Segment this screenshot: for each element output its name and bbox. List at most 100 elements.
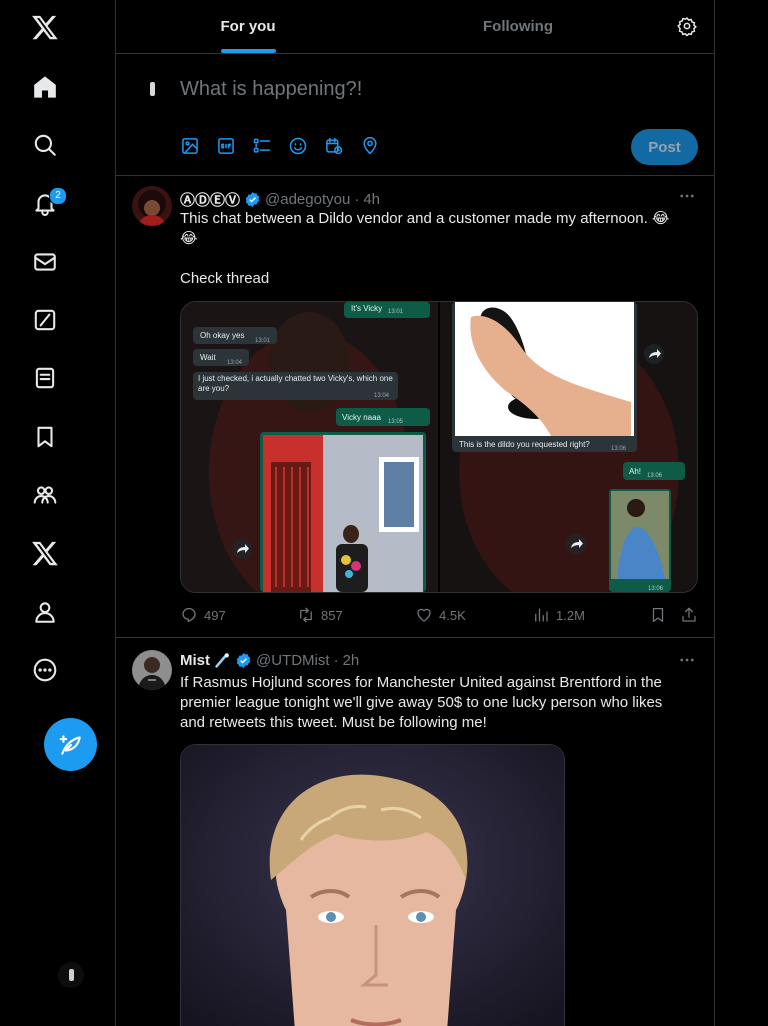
post-time[interactable]: 2h	[343, 652, 360, 669]
tweet-photo[interactable]	[180, 744, 565, 1026]
chat-bubble: I just checked, i actually chatted two V…	[193, 372, 398, 400]
post-time[interactable]: 4h	[363, 191, 380, 208]
reply-button[interactable]: 497	[180, 606, 226, 624]
chat-time: 13:01	[255, 338, 271, 344]
separator-dot: ·	[354, 191, 360, 208]
tweet[interactable]: Mist @UTDMist · 2h If Rasmus Hojlund sco…	[116, 638, 714, 1026]
more-circle-icon[interactable]	[20, 645, 70, 695]
tweet-header: Mist @UTDMist · 2h	[180, 652, 359, 669]
tab-following-label: Following	[483, 18, 553, 35]
chat-time: 13:06	[648, 586, 664, 592]
composer-toolbar	[180, 136, 380, 156]
verified-badge-icon	[235, 652, 252, 669]
timeline-tabs: For you Following	[116, 0, 714, 54]
home-icon[interactable]	[20, 62, 70, 112]
tab-for-you[interactable]: For you	[116, 0, 380, 53]
avatar[interactable]	[132, 650, 172, 690]
chat-time: 13:06	[611, 446, 627, 452]
profile-icon[interactable]	[20, 587, 70, 637]
tweet-text-line: 😂	[180, 230, 198, 247]
more-options-icon[interactable]	[678, 187, 696, 205]
mail-icon[interactable]	[20, 237, 70, 287]
x-logo-icon[interactable]	[20, 2, 70, 52]
share-icon	[682, 607, 696, 622]
verified-badge-icon	[244, 191, 261, 208]
bookmark-icon[interactable]	[20, 412, 70, 462]
tab-following[interactable]: Following	[386, 0, 650, 53]
home-timeline: For you Following What is happening?! Po…	[115, 0, 715, 1026]
poll-icon[interactable]	[252, 136, 272, 156]
chat-text: It's Vicky	[351, 304, 382, 313]
bookmark-button[interactable]	[649, 606, 673, 624]
avatar[interactable]	[132, 186, 172, 226]
chat-photo	[260, 432, 426, 592]
retweet-count: 857	[321, 607, 343, 623]
forward-icon	[644, 344, 664, 364]
chat-time: 13:06	[647, 473, 663, 479]
tweet-text: If Rasmus Hojlund scores for Manchester …	[180, 674, 663, 731]
premium-x-icon[interactable]	[20, 528, 70, 578]
separator-dot: ·	[333, 652, 339, 669]
like-count: 4.5K	[439, 607, 466, 623]
composer-avatar	[132, 69, 172, 109]
like-button[interactable]: 4.5K	[415, 606, 466, 624]
tweet-text: This chat between a Dildo vendor and a c…	[180, 209, 698, 289]
compose-post-button[interactable]	[44, 718, 97, 771]
tab-for-you-label: For you	[220, 18, 276, 35]
chat-photo: This is the dildo you requested right? 1…	[452, 302, 637, 452]
composer-input[interactable]	[180, 78, 620, 101]
composer: Post	[116, 54, 714, 176]
more-options-icon[interactable]	[678, 651, 696, 669]
tweet-text-line: Check thread	[180, 270, 270, 287]
author-name[interactable]: Mist	[180, 652, 210, 669]
media-icon[interactable]	[180, 136, 200, 156]
active-tab-indicator	[221, 49, 276, 53]
lists-icon[interactable]	[20, 353, 70, 403]
chat-text: Vicky naaa	[342, 413, 382, 422]
communities-icon[interactable]	[20, 470, 70, 520]
bookmark-icon	[652, 607, 664, 623]
retweet-button[interactable]: 857	[297, 606, 343, 624]
post-button[interactable]: Post	[631, 129, 698, 165]
chat-time: 13:01	[388, 309, 404, 315]
sidebar-nav: 2	[0, 0, 115, 1026]
chat-time: 13:05	[388, 419, 404, 425]
chat-photo: 13:06	[609, 489, 671, 592]
gif-icon[interactable]	[216, 136, 236, 156]
share-button[interactable]	[680, 606, 704, 624]
grok-icon[interactable]	[20, 295, 70, 345]
chat-text: I just checked, i actually chatted two V…	[198, 374, 393, 393]
forward-icon	[232, 539, 252, 559]
reply-count: 497	[204, 607, 226, 623]
chat-bubble: Vicky naaa 13:05	[336, 408, 430, 426]
tweet[interactable]: ⒶⒹⒺⓋ @adegotyou · 4h This chat between a…	[116, 175, 714, 638]
tweet-text-line: This chat between a Dildo vendor and a c…	[180, 210, 670, 227]
tweet-actions: 497 857 4.5K 1.2M	[180, 605, 698, 625]
settings-gear-icon[interactable]	[677, 16, 697, 36]
analytics-icon	[535, 608, 548, 622]
notification-count-badge: 2	[49, 187, 67, 205]
schedule-icon[interactable]	[324, 136, 344, 156]
chat-bubble: Ah! 13:06	[623, 462, 685, 480]
author-name[interactable]: ⒶⒹⒺⓋ	[180, 189, 240, 210]
search-icon[interactable]	[20, 120, 70, 170]
chat-time: 13:04	[374, 393, 390, 399]
chat-text: Oh okay yes	[200, 331, 244, 340]
views-button[interactable]: 1.2M	[532, 606, 585, 624]
author-handle[interactable]: @adegotyou	[265, 191, 350, 208]
tweet-media-grid[interactable]: It's Vicky 13:01 Oh okay yes 13:01 Wait …	[180, 301, 698, 593]
chat-time: 13:04	[227, 360, 243, 366]
chat-text: Wait	[200, 353, 216, 362]
chat-bubble: It's Vicky 13:01	[344, 302, 430, 318]
chat-text: This is the dildo you requested right?	[459, 440, 590, 449]
feather-plus-icon	[59, 734, 81, 755]
comet-emoji-icon	[214, 652, 231, 669]
emoji-icon[interactable]	[288, 136, 308, 156]
bell-icon[interactable]: 2	[20, 178, 70, 228]
view-count: 1.2M	[556, 607, 585, 623]
account-avatar[interactable]	[58, 962, 84, 988]
chat-text: Ah!	[629, 467, 641, 476]
author-handle[interactable]: @UTDMist	[256, 652, 330, 669]
location-icon[interactable]	[360, 136, 380, 156]
